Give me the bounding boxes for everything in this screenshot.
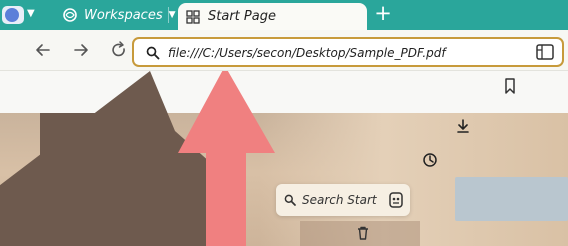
forward-arrow-icon [74, 44, 88, 56]
reload-icon [112, 41, 125, 57]
workspaces-label: Workspaces [84, 7, 163, 23]
profile-button[interactable] [2, 6, 24, 24]
start-page: Search Start [0, 71, 568, 246]
new-tab-button[interactable]: + [372, 3, 394, 25]
workspaces-caret-icon: ▼ [168, 10, 176, 20]
download-icon [457, 119, 469, 133]
extensions-button[interactable] [534, 41, 556, 63]
tab-grid-icon [186, 9, 200, 24]
browser-window: ▼ Workspaces ▼ Start Page + file:///C:/U… [0, 0, 568, 246]
profile-caret-icon[interactable]: ▼ [27, 8, 35, 19]
workspaces-button[interactable]: Workspaces ▼ [62, 4, 176, 26]
reload-button[interactable] [108, 40, 130, 62]
download-button[interactable] [453, 117, 473, 137]
address-bar[interactable] [132, 37, 564, 67]
start-search-label: Search Start [302, 193, 377, 207]
history-button[interactable] [420, 151, 440, 171]
tab-start-page[interactable]: Start Page [178, 3, 367, 30]
profile-icon [5, 8, 19, 22]
workspaces-icon [63, 8, 77, 22]
trash-icon[interactable] [356, 226, 370, 240]
ai-icon[interactable] [388, 191, 404, 209]
back-button[interactable] [32, 40, 54, 62]
start-search-icon [284, 194, 296, 206]
tab-strip: ▼ Workspaces ▼ Start Page + [0, 0, 568, 30]
bookmark-icon [505, 78, 515, 94]
url-input[interactable] [168, 43, 478, 63]
extensions-icon [536, 44, 554, 60]
tab-divider [168, 7, 169, 23]
big-up-arrow-overlay [178, 71, 275, 246]
start-search-box[interactable]: Search Start [276, 184, 410, 216]
back-arrow-icon [36, 44, 50, 56]
bookmark-button[interactable] [500, 77, 520, 97]
search-icon [146, 46, 160, 60]
forward-button[interactable] [70, 40, 92, 62]
history-icon [423, 153, 437, 167]
toolbar [0, 30, 568, 71]
tab-title: Start Page [208, 9, 276, 24]
